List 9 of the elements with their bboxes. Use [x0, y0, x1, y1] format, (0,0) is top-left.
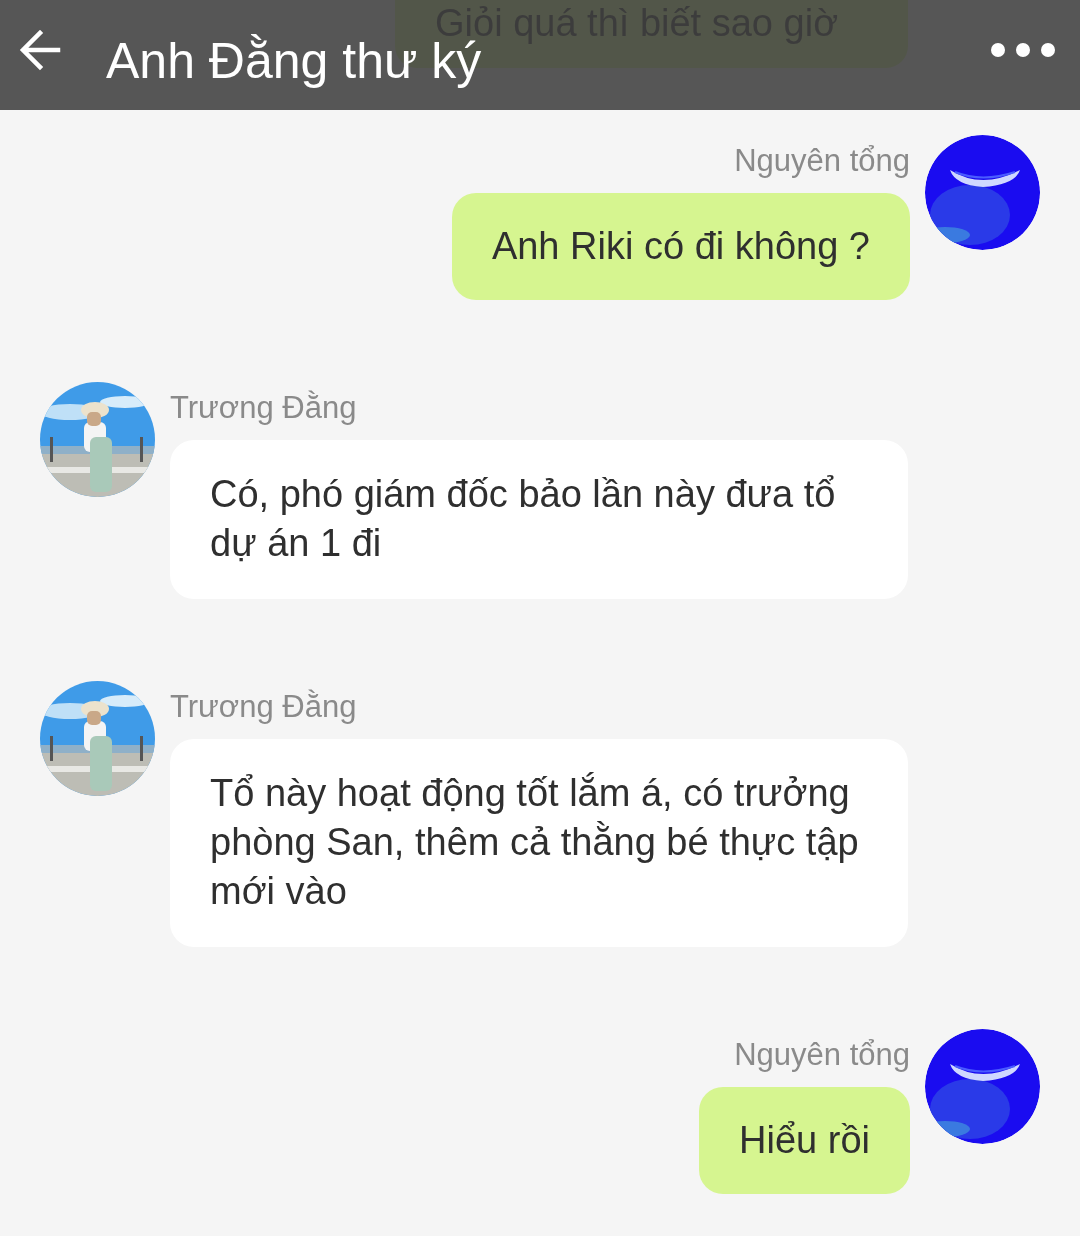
message-bubble: Hiểu rồi [699, 1087, 910, 1194]
message-bubble: Anh Riki có đi không ? [451, 193, 910, 300]
sender-name: Trương Đằng [170, 688, 357, 726]
message-bubble: Có, phó giám đốc bảo lần này đưa tổ dự án 1 đi [170, 440, 908, 599]
sender-name: Trương Đằng [170, 389, 357, 427]
sender-name: Nguyên tổng [734, 1036, 910, 1074]
sender-name: Nguyên tổng [734, 142, 910, 180]
message-bubble: Tổ này hoạt động tốt lắm á, có trưởng phòng San, thêm cả thằng bé thực tập mới vào [170, 739, 908, 947]
more-icon[interactable] [990, 42, 1056, 58]
